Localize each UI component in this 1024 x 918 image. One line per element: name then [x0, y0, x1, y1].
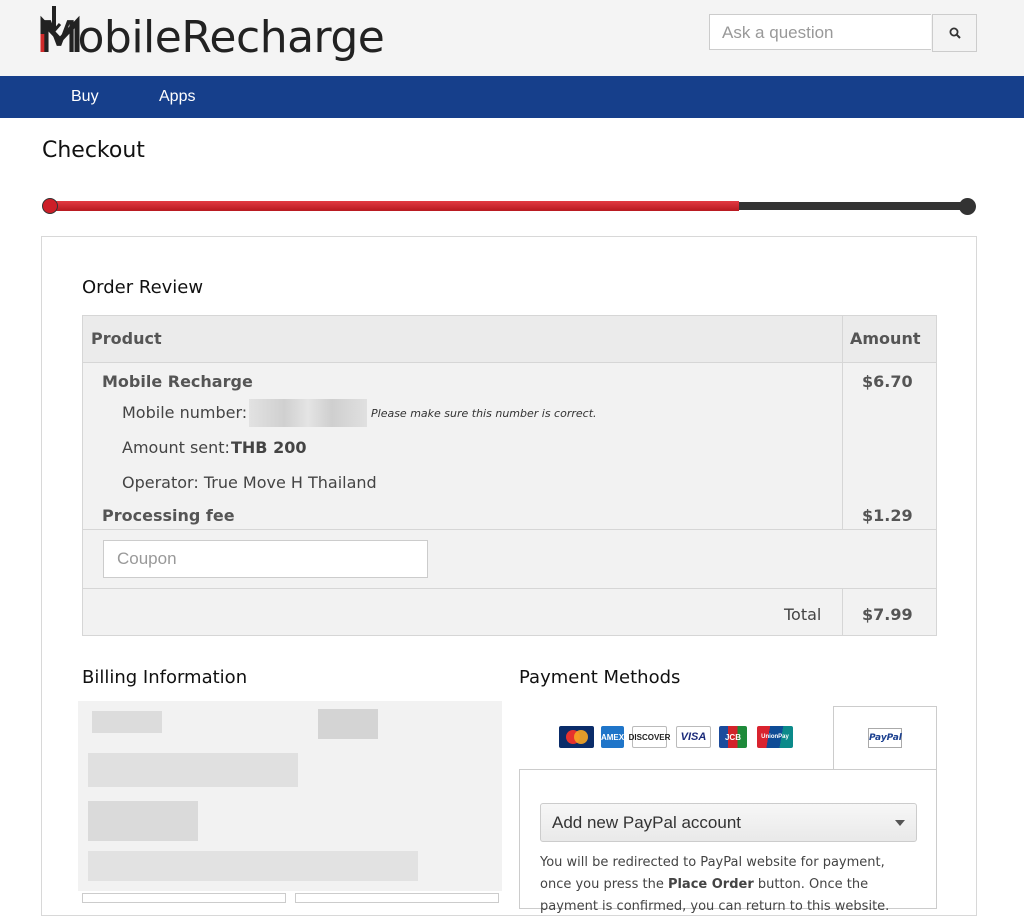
paypal-redirect-info: You will be redirected to PayPal website… — [540, 855, 890, 914]
amount-sent-value: THB 200 — [231, 438, 307, 457]
paypal-account-select[interactable]: Add new PayPal account — [540, 803, 917, 842]
billing-field[interactable] — [295, 893, 499, 903]
operator-text: Operator: True Move H Thailand — [122, 473, 377, 492]
billing-field[interactable] — [82, 893, 286, 903]
billing-info-redacted — [78, 701, 502, 891]
payment-methods-heading: Payment Methods — [519, 667, 681, 688]
page-title: Checkout — [42, 138, 145, 163]
paypal-panel: Add new PayPal account You will be redir… — [519, 769, 937, 914]
checkout-progress-bar — [42, 198, 976, 215]
coupon-input[interactable]: Coupon — [103, 540, 428, 578]
mobile-number-label: Mobile number: — [122, 403, 248, 422]
site-header: MobileRecharge Ask a question — [0, 0, 1024, 76]
order-table: Product Amount Mobile Recharge $6.70 Mob… — [82, 315, 937, 636]
paypal-icon: PayPal — [868, 728, 902, 748]
amount-sent-label: Amount sent: — [122, 438, 230, 457]
column-divider — [842, 316, 843, 529]
product-name: Mobile Recharge — [102, 372, 253, 391]
total-amount: $7.99 — [862, 605, 913, 624]
processing-fee-amount: $1.29 — [862, 506, 913, 525]
column-divider — [842, 589, 843, 635]
row-divider — [83, 588, 936, 589]
nav-item-buy[interactable]: Buy — [71, 76, 99, 118]
table-header — [83, 316, 936, 363]
search-icon — [949, 27, 961, 39]
tab-cards[interactable]: AMEX DISCOVER VISA JCB UnionPay — [519, 706, 833, 768]
column-header-amount: Amount — [850, 329, 921, 348]
nav-item-apps[interactable]: Apps — [159, 76, 195, 118]
progress-end-dot — [959, 198, 976, 215]
chevron-down-icon — [895, 820, 905, 826]
progress-fill — [50, 201, 739, 211]
row-divider — [83, 529, 936, 530]
logo-text: MobileRecharge — [40, 12, 385, 63]
amex-icon: AMEX — [601, 726, 624, 748]
logo[interactable]: MobileRecharge — [40, 4, 390, 64]
visa-icon: VISA — [676, 726, 711, 748]
mastercard-icon — [559, 726, 594, 748]
payment-tabs: AMEX DISCOVER VISA JCB UnionPay PayPal A… — [519, 706, 937, 914]
discover-icon: DISCOVER — [629, 726, 670, 748]
jcb-icon: JCB — [719, 726, 747, 748]
main-nav: Buy Apps — [0, 76, 1024, 118]
search-input[interactable]: Ask a question — [709, 14, 931, 50]
mobile-number-note: Please make sure this number is correct. — [371, 407, 597, 420]
progress-start-dot — [42, 198, 58, 214]
paypal-account-select-value: Add new PayPal account — [552, 813, 742, 832]
processing-fee-label: Processing fee — [102, 506, 235, 525]
search-button[interactable] — [932, 14, 977, 52]
product-amount: $6.70 — [862, 372, 913, 391]
tab-paypal[interactable]: PayPal — [833, 706, 937, 770]
billing-heading: Billing Information — [82, 667, 248, 688]
column-header-product: Product — [91, 329, 162, 348]
mobile-number-redacted — [249, 399, 367, 427]
unionpay-icon: UnionPay — [757, 726, 793, 748]
order-review-heading: Order Review — [82, 277, 204, 298]
total-label: Total — [784, 605, 822, 624]
